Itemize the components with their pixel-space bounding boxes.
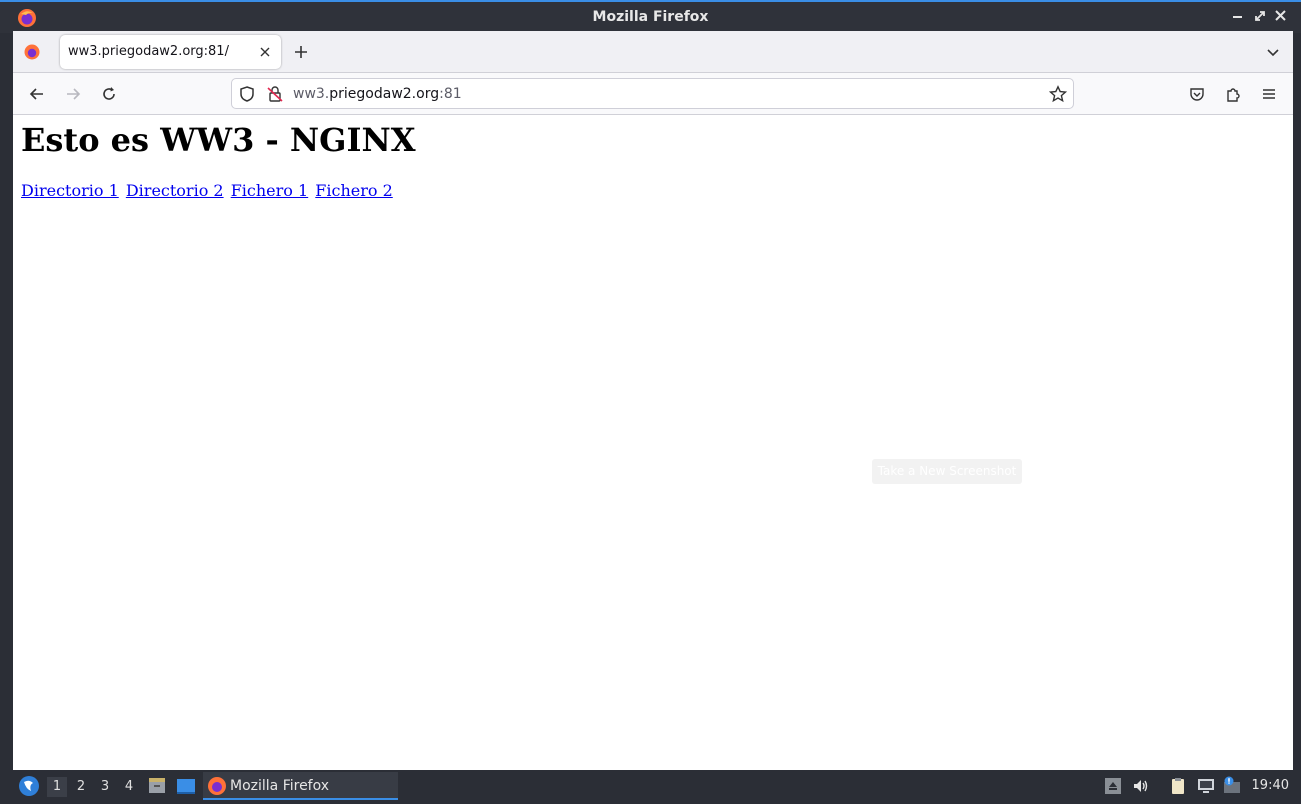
tab-active[interactable]: ww3.priegodaw2.org:81/	[60, 35, 281, 69]
workspace-2[interactable]: 2	[71, 777, 91, 797]
firefox-icon	[208, 777, 226, 795]
link-directorio-1[interactable]: Directorio 1	[21, 181, 119, 200]
clock: 19:40	[1251, 778, 1289, 793]
close-window-icon[interactable]	[1273, 8, 1289, 24]
url-text: ww3.priegodaw2.org:81	[293, 86, 462, 102]
url-port: :81	[439, 86, 462, 102]
url-domain: priegodaw2.org	[329, 86, 440, 102]
bookmark-star-icon[interactable]	[1049, 85, 1067, 103]
eject-icon[interactable]	[1103, 776, 1123, 796]
nav-toolbar: ww3.priegodaw2.org:81	[13, 73, 1293, 115]
taskbar-item-firefox[interactable]: Mozilla Firefox	[203, 772, 398, 800]
link-fichero-1[interactable]: Fichero 1	[231, 181, 309, 200]
clipboard-icon[interactable]	[1168, 776, 1188, 796]
link-list: Directorio 1 Directorio 2 Fichero 1 Fich…	[21, 181, 395, 200]
menu-icon[interactable]	[1260, 85, 1278, 103]
workspace-4[interactable]: 4	[119, 777, 139, 797]
update-notifier-icon[interactable]	[1222, 776, 1242, 796]
network-icon[interactable]	[1196, 776, 1216, 796]
extensions-icon[interactable]	[1224, 85, 1242, 103]
taskbar-item-label: Mozilla Firefox	[230, 778, 330, 794]
url-prefix: ww3.	[293, 86, 330, 102]
link-directorio-2[interactable]: Directorio 2	[126, 181, 224, 200]
minimize-icon[interactable]	[1230, 8, 1246, 24]
window-titlebar: Mozilla Firefox	[0, 0, 1301, 33]
taskbar: 1 2 3 4 Mozilla Firefox 19:40	[0, 770, 1301, 804]
page-heading: Esto es WW3 - NGINX	[21, 121, 416, 159]
close-tab-icon[interactable]	[258, 45, 272, 59]
tab-strip: ww3.priegodaw2.org:81/	[13, 31, 1293, 73]
insecure-lock-icon[interactable]	[266, 85, 284, 103]
new-tab-icon[interactable]	[293, 44, 309, 60]
show-desktop-icon[interactable]	[176, 776, 196, 796]
link-fichero-2[interactable]: Fichero 2	[315, 181, 393, 200]
pocket-icon[interactable]	[1188, 85, 1206, 103]
forward-icon[interactable]	[64, 85, 82, 103]
tab-title: ww3.priegodaw2.org:81/	[68, 44, 229, 59]
restore-icon[interactable]	[1252, 8, 1268, 24]
firefox-view-icon[interactable]	[23, 43, 41, 61]
back-icon[interactable]	[28, 85, 46, 103]
file-manager-icon[interactable]	[147, 776, 167, 796]
url-bar[interactable]: ww3.priegodaw2.org:81	[231, 78, 1074, 109]
workspace-1[interactable]: 1	[47, 777, 67, 797]
chevron-down-icon[interactable]	[1265, 44, 1281, 60]
start-menu-icon[interactable]	[18, 775, 40, 797]
screenshot-tooltip: Take a New Screenshot	[872, 459, 1022, 484]
page-content: Esto es WW3 - NGINX Directorio 1 Directo…	[13, 115, 1293, 770]
volume-icon[interactable]	[1131, 776, 1151, 796]
shield-icon[interactable]	[238, 85, 256, 103]
workspace-3[interactable]: 3	[95, 777, 115, 797]
window-title: Mozilla Firefox	[592, 9, 709, 25]
reload-icon[interactable]	[100, 85, 118, 103]
